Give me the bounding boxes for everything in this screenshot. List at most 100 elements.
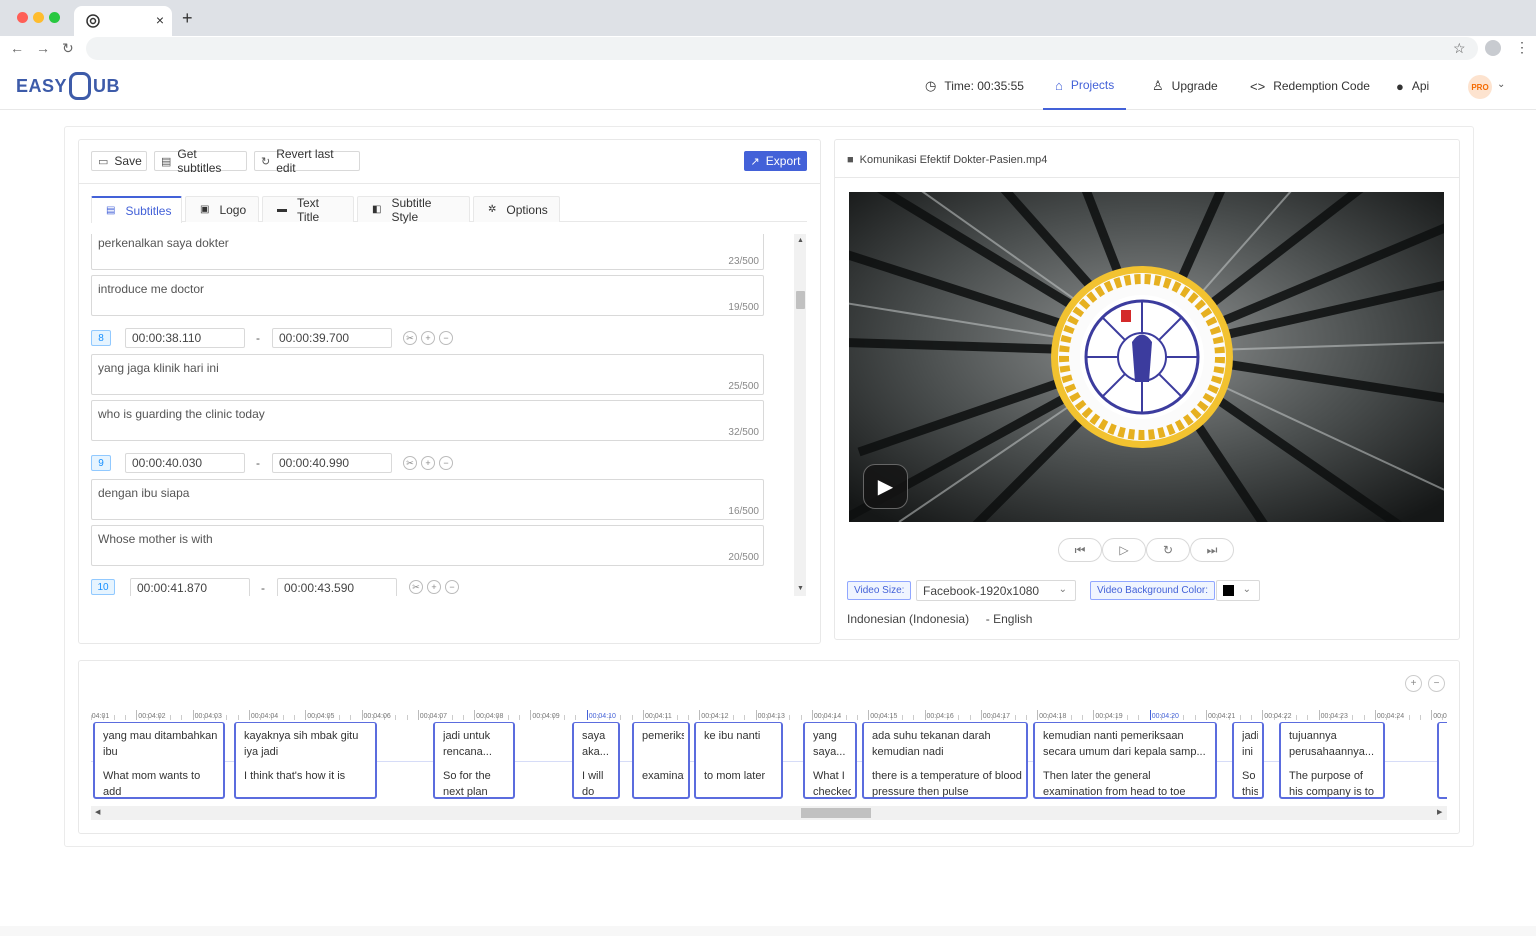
- subtitle-translation-textarea[interactable]: introduce me doctor 19/500: [91, 275, 764, 316]
- tab-close-icon[interactable]: ×: [156, 12, 164, 28]
- time-label: Time: 00:35:55: [944, 79, 1024, 93]
- video-player[interactable]: [849, 192, 1444, 522]
- scroll-down-icon[interactable]: ▼: [797, 585, 804, 592]
- video-size-select[interactable]: Facebook-1920x1080 ⌄: [916, 580, 1076, 601]
- chevron-down-icon[interactable]: ⌄: [1497, 79, 1505, 90]
- new-tab-icon[interactable]: +: [182, 9, 193, 27]
- get-subtitles-button[interactable]: ▤ Get subtitles: [154, 147, 247, 175]
- replay-button[interactable]: ↻: [1146, 538, 1190, 562]
- tab-options[interactable]: ✲ Options: [473, 196, 560, 222]
- timeline-scrollbar[interactable]: [91, 806, 1447, 820]
- timeline-clip[interactable]: kayaknya sih mbak gitu iya jadi I think t…: [234, 722, 377, 799]
- timeline-clip[interactable]: pemeriksa examinati: [632, 722, 690, 799]
- browser-tab[interactable]: ×: [74, 6, 172, 36]
- split-icon[interactable]: ✂: [409, 580, 423, 594]
- start-time-input[interactable]: 00:00:40.030: [125, 453, 245, 473]
- time-remaining: ◷ Time: 00:35:55: [925, 62, 1024, 110]
- skip-back-button[interactable]: ⏮: [1058, 538, 1102, 562]
- tab-subtitle-style[interactable]: ◧ Subtitle Style: [357, 195, 470, 224]
- nav-redemption-code[interactable]: <> Redemption Code: [1250, 62, 1370, 110]
- subtitle-translation-textarea[interactable]: who is guarding the clinic today 32/500: [91, 400, 764, 441]
- skip-forward-button[interactable]: ⏭: [1190, 538, 1234, 562]
- end-time-input[interactable]: 00:00:43.590: [277, 578, 397, 596]
- save-button[interactable]: ▭ Save: [91, 151, 147, 171]
- scroll-left-icon[interactable]: ◀: [95, 808, 100, 816]
- nav-api[interactable]: ● Api: [1396, 62, 1429, 110]
- back-icon[interactable]: ←: [10, 40, 24, 56]
- reload-icon[interactable]: ↻: [62, 40, 74, 56]
- subtitle-original-textarea[interactable]: yang jaga klinik hari ini 25/500: [91, 354, 764, 395]
- ruler-tick-label: 00:04:13: [757, 713, 785, 720]
- address-bar[interactable]: [86, 37, 1478, 60]
- nav-upgrade[interactable]: ♙ Upgrade: [1152, 62, 1218, 110]
- tab-subtitles[interactable]: ▤ Subtitles: [91, 196, 182, 223]
- timeline-scrollbar-thumb[interactable]: [801, 808, 871, 818]
- ruler-tick-label: 00:04:19: [1095, 713, 1123, 720]
- tab-logo[interactable]: ▣ Logo: [185, 196, 259, 222]
- revert-button[interactable]: ↻ Revert last edit: [254, 147, 360, 175]
- remove-row-icon[interactable]: −: [439, 331, 453, 345]
- timeline-clip[interactable]: kemudian nanti pemeriksaan secara umum d…: [1033, 722, 1217, 799]
- timeline-clip[interactable]: jadi untuk rencana... So for the next pla…: [433, 722, 515, 799]
- timeline-clip[interactable]: ada suhu tekanan darah kemudian nadi ther…: [862, 722, 1028, 799]
- ruler-tick-mark: [192, 710, 194, 720]
- scroll-right-icon[interactable]: ▶: [1437, 808, 1442, 816]
- maximize-window-dot[interactable]: [49, 12, 60, 23]
- tab-subtitle-style-label: Subtitle Style: [391, 195, 432, 224]
- profile-icon[interactable]: [1485, 40, 1501, 56]
- save-icon: ▭: [98, 155, 109, 168]
- timeline-ruler[interactable]: 00:04:01 00:04:02 00:04:03 00:04:04 00:04:05…: [91, 700, 1447, 720]
- tab-text-title[interactable]: ▬ Text Title: [262, 196, 354, 224]
- play-button[interactable]: ▷: [1102, 538, 1146, 562]
- add-row-icon[interactable]: +: [421, 456, 435, 470]
- timeline-clip[interactable]: yang saya... What I checked: [803, 722, 857, 799]
- subtitle-original-textarea[interactable]: perkenalkan saya dokter 23/500: [91, 234, 764, 270]
- timeline-clip[interactable]: saya aka... I will do: [572, 722, 620, 799]
- ruler-tick-mark: [136, 710, 138, 720]
- github-icon: ●: [1396, 78, 1404, 94]
- remove-row-icon[interactable]: −: [439, 456, 453, 470]
- scroll-up-icon[interactable]: ▲: [797, 237, 804, 244]
- minimize-window-dot[interactable]: [33, 12, 44, 23]
- remove-row-icon[interactable]: −: [445, 580, 459, 594]
- play-overlay-button[interactable]: ▶: [863, 464, 908, 509]
- avatar[interactable]: PRO: [1468, 75, 1492, 99]
- timeline-clip[interactable]: [1437, 722, 1447, 799]
- clip-original-text: kayaknya sih mbak gitu iya jadi: [244, 730, 359, 758]
- forward-icon[interactable]: →: [36, 40, 50, 56]
- ruler-tick-mark: [1206, 710, 1207, 720]
- replay-icon: ↻: [1162, 543, 1174, 557]
- end-time-input[interactable]: 00:00:40.990: [272, 453, 392, 473]
- add-row-icon[interactable]: +: [427, 580, 441, 594]
- clip-translation-text: The purpose of his company is to: [1289, 770, 1374, 798]
- ruler-tick-mark: [924, 710, 926, 720]
- zoom-out-icon[interactable]: −: [1428, 675, 1445, 692]
- zoom-in-icon[interactable]: +: [1405, 675, 1422, 692]
- split-icon[interactable]: ✂: [403, 456, 417, 470]
- export-button[interactable]: ↗ Export: [744, 151, 807, 171]
- subtitle-translation-textarea[interactable]: Whose mother is with 20/500: [91, 525, 764, 566]
- end-time-input[interactable]: 00:00:39.700: [272, 328, 392, 348]
- timeline-track[interactable]: yang mau ditambahkan ibu What mom wants t…: [91, 720, 1447, 802]
- subtitle-scrollbar-thumb[interactable]: [796, 291, 805, 309]
- easysub-logo[interactable]: EASY UB: [16, 72, 120, 100]
- timeline-clip[interactable]: tujuannya perusahaannya... The purpose of…: [1279, 722, 1385, 799]
- tab-options-label: Options: [506, 202, 548, 217]
- char-counter: 25/500: [728, 381, 759, 392]
- timeline-clip[interactable]: ke ibu nanti to mom later: [694, 722, 783, 799]
- timeline-clip[interactable]: jadi ini So this: [1232, 722, 1264, 799]
- bookmark-star-icon[interactable]: ☆: [1453, 40, 1466, 57]
- subtitle-scrollbar[interactable]: [794, 234, 806, 596]
- start-time-input[interactable]: 00:00:38.110: [125, 328, 245, 348]
- ruler-tick-label: 00:04:05: [307, 713, 335, 720]
- start-time-input[interactable]: 00:00:41.870: [130, 578, 250, 596]
- add-row-icon[interactable]: +: [421, 331, 435, 345]
- ruler-tick-label: 00:04:07: [419, 713, 448, 720]
- nav-projects[interactable]: ⌂ Projects: [1043, 62, 1127, 110]
- timeline-clip[interactable]: yang mau ditambahkan ibu What mom wants t…: [93, 722, 225, 799]
- bg-color-picker[interactable]: ⌄: [1216, 580, 1260, 601]
- split-icon[interactable]: ✂: [403, 331, 417, 345]
- close-window-dot[interactable]: [17, 12, 28, 23]
- browser-menu-icon[interactable]: ⋮: [1515, 39, 1529, 55]
- subtitle-original-textarea[interactable]: dengan ibu siapa 16/500: [91, 479, 764, 520]
